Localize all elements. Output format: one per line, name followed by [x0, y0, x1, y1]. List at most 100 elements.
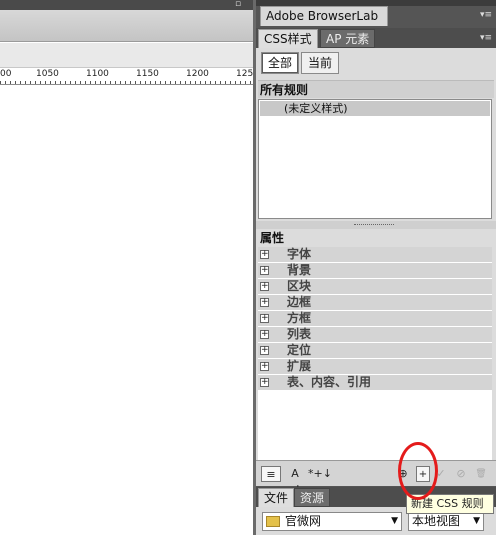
ruler-tick — [220, 81, 221, 84]
show-set-properties-icon[interactable]: *+↓ — [308, 466, 332, 482]
panel-menu-icon[interactable]: ▾≡ — [478, 9, 494, 21]
tab-files[interactable]: 文件 — [258, 488, 295, 507]
property-category-label: 定位 — [287, 343, 312, 357]
expand-plus-icon[interactable]: + — [260, 314, 269, 323]
pane-resize-grip[interactable] — [256, 221, 496, 229]
ruler-tick — [115, 81, 116, 84]
ruler-tick — [175, 81, 176, 84]
property-category-label: 表、内容、引用 — [287, 375, 372, 389]
property-category-label: 列表 — [287, 327, 312, 341]
expand-plus-icon[interactable]: + — [260, 378, 269, 387]
property-category-label: 扩展 — [287, 359, 312, 373]
ruler-tick — [180, 81, 181, 84]
ruler-tick — [110, 81, 111, 84]
ruler-tick — [25, 81, 26, 84]
property-category-row[interactable]: + 边框 — [258, 295, 492, 311]
ruler-tick — [225, 81, 226, 84]
delete-rule-icon[interactable]: 🗑 — [474, 466, 488, 482]
ruler-tick — [30, 81, 31, 84]
ruler-tick — [145, 81, 146, 84]
properties-header: 属性 — [260, 231, 285, 245]
site-select[interactable]: 官微网 ▼ — [262, 512, 402, 531]
expand-plus-icon[interactable]: + — [260, 266, 269, 275]
ruler-tick — [85, 81, 86, 84]
horizontal-ruler: 00 1050 1100 1150 1200 125 — [0, 68, 253, 85]
design-canvas[interactable] — [0, 86, 253, 535]
sort-alphabetical-icon[interactable]: A z↓ — [284, 466, 306, 496]
ruler-tick — [35, 81, 36, 84]
ruler-label: 00 — [0, 69, 12, 79]
show-list-view-icon[interactable]: ≡ — [261, 466, 281, 482]
property-category-row[interactable]: + 扩展 — [258, 359, 492, 375]
property-category-label: 边框 — [287, 295, 312, 309]
ruler-tick — [140, 81, 141, 84]
tab-css-styles[interactable]: CSS样式 — [258, 29, 318, 48]
ruler-tick — [250, 81, 251, 84]
site-select-value: 官微网 — [285, 514, 322, 528]
ruler-tick — [40, 81, 41, 84]
ruler-tick — [185, 81, 186, 84]
all-mode-button[interactable]: 全部 — [261, 52, 300, 74]
rules-list-item[interactable]: (未定义样式) — [260, 101, 490, 116]
ruler-tick — [125, 81, 126, 84]
property-category-row[interactable]: + 定位 — [258, 343, 492, 359]
ruler-tick — [60, 81, 61, 84]
property-category-label: 背景 — [287, 263, 312, 277]
ruler-tick — [230, 81, 231, 84]
ruler-tick — [210, 81, 211, 84]
ruler-tick — [160, 81, 161, 84]
property-category-row[interactable]: + 方框 — [258, 311, 492, 327]
expand-plus-icon[interactable]: + — [260, 298, 269, 307]
ruler-tick — [170, 81, 171, 84]
expand-plus-icon[interactable]: + — [260, 250, 269, 259]
ruler-tick — [75, 81, 76, 84]
ruler-tick — [70, 81, 71, 84]
current-mode-button[interactable]: 当前 — [301, 52, 340, 74]
folder-icon — [266, 516, 280, 527]
ruler-tick — [130, 81, 131, 84]
ruler-label: 1150 — [136, 69, 159, 79]
css-styles-content: 全部 当前 所有规则 (未定义样式) 属性 + 字体 + 背景 + 区块 + 边框 + 方框 + 列表… — [256, 48, 496, 496]
css-panel-menu-icon[interactable]: ▾≡ — [478, 32, 494, 44]
expand-plus-icon[interactable]: + — [260, 282, 269, 291]
ruler-tick — [215, 81, 216, 84]
ruler-tick — [5, 81, 6, 84]
css-panel-group: Adobe BrowserLab ▾≡ CSS样式 AP 元素 ▾≡ 全部 当前… — [256, 0, 496, 535]
view-select-value: 本地视图 — [412, 514, 461, 528]
ruler-tick — [245, 81, 246, 84]
tab-ap-elements[interactable]: AP 元素 — [320, 29, 376, 48]
restore-window-icon[interactable]: ▫ — [235, 0, 245, 9]
property-category-label: 字体 — [287, 247, 312, 261]
tab-adobe-browserlab[interactable]: Adobe BrowserLab — [260, 6, 388, 26]
property-category-row[interactable]: + 列表 — [258, 327, 492, 343]
expand-plus-icon[interactable]: + — [260, 330, 269, 339]
ruler-tick — [205, 81, 206, 84]
rules-list[interactable]: (未定义样式) — [258, 99, 492, 219]
document-toolbar — [0, 10, 253, 42]
ruler-tick — [235, 81, 236, 84]
property-category-row[interactable]: + 背景 — [258, 263, 492, 279]
ruler-tick — [10, 81, 11, 84]
all-rules-header: 所有规则 — [258, 80, 494, 98]
property-category-row[interactable]: + 表、内容、引用 — [258, 375, 492, 391]
tab-assets[interactable]: 资源 — [294, 488, 331, 507]
expand-plus-icon[interactable]: + — [260, 346, 269, 355]
property-category-row[interactable]: + 区块 — [258, 279, 492, 295]
ruler-tick — [20, 81, 21, 84]
property-category-row[interactable]: + 字体 — [258, 247, 492, 263]
ruler-tick — [80, 81, 81, 84]
ruler-tick — [95, 81, 96, 84]
ruler-tick — [135, 81, 136, 84]
properties-empty-area — [258, 390, 492, 460]
red-highlight-circle — [398, 442, 438, 500]
property-category-label: 区块 — [287, 279, 312, 293]
document-title-bar: ▫ — [0, 0, 253, 10]
disable-property-icon[interactable]: ⊘ — [454, 466, 468, 482]
expand-plus-icon[interactable]: + — [260, 362, 269, 371]
property-category-label: 方框 — [287, 311, 312, 325]
view-select[interactable]: 本地视图 ▼ — [408, 512, 484, 531]
ruler-label: 1050 — [36, 69, 59, 79]
ruler-tick — [195, 81, 196, 84]
chevron-down-icon: ▼ — [391, 516, 398, 526]
ruler-tick — [200, 81, 201, 84]
